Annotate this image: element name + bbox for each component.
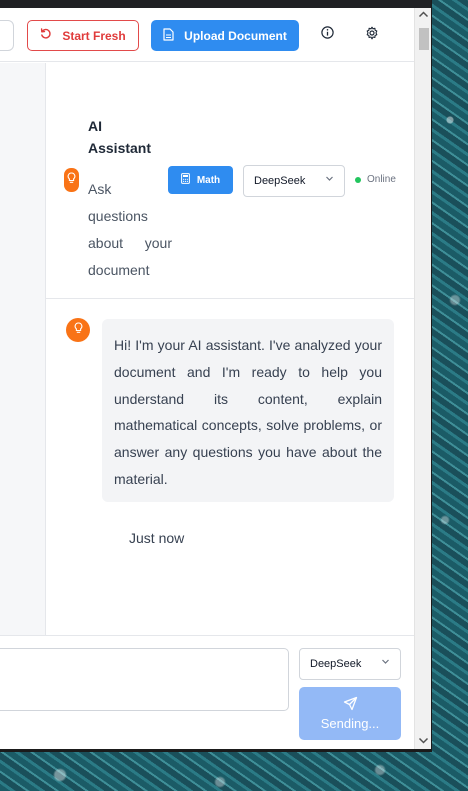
start-fresh-button[interactable]: Start Fresh (27, 20, 139, 51)
settings-button[interactable] (361, 24, 383, 46)
message-timestamp: Just now (129, 530, 185, 546)
assistant-avatar (66, 318, 90, 342)
upload-document-label: Upload Document (184, 28, 287, 43)
lightbulb-icon (74, 321, 83, 339)
message-text: Hi! I'm your AI assistant. I've analyzed… (114, 337, 382, 487)
chat-subtitle: Ask questions about your document (88, 181, 172, 278)
scroll-down-icon[interactable] (418, 736, 429, 748)
send-label: Sending... (320, 716, 380, 731)
document-panel (0, 63, 46, 635)
scroll-up-icon[interactable] (418, 10, 429, 22)
chat-header: AI Assistant Ask questions about your do… (46, 63, 414, 299)
calculator-icon (180, 173, 190, 187)
scrollbar[interactable] (414, 8, 431, 749)
info-button[interactable] (316, 24, 338, 46)
send-icon (343, 696, 358, 714)
message-composer: DeepSeek Sending... (0, 635, 414, 749)
refresh-icon (40, 28, 52, 43)
scrollbar-thumb[interactable] (419, 28, 429, 50)
top-toolbar: Start Fresh Upload Document (0, 8, 414, 62)
chevron-down-icon (325, 174, 334, 186)
online-status: Online (355, 174, 396, 185)
info-icon (320, 26, 334, 44)
message-input[interactable] (0, 648, 289, 711)
model-select-value: DeepSeek (254, 175, 306, 187)
composer-model-select[interactable]: DeepSeek (299, 648, 401, 680)
chat-title: AI Assistant (88, 118, 152, 156)
status-dot (355, 176, 361, 183)
status-label: Online (367, 174, 396, 185)
start-fresh-label: Start Fresh (62, 28, 126, 43)
gear-icon (365, 26, 379, 45)
assistant-avatar (64, 168, 79, 192)
send-button[interactable]: Sending... (299, 687, 401, 740)
model-select[interactable]: DeepSeek (243, 165, 345, 197)
math-mode-label: Math (196, 174, 221, 186)
app-window: Start Fresh Upload Document AI Assistant (0, 0, 432, 752)
window-top-edge (0, 0, 431, 8)
chat-panel: AI Assistant Ask questions about your do… (46, 63, 414, 635)
math-mode-button[interactable]: Math (168, 166, 233, 194)
document-icon (163, 27, 174, 44)
assistant-message: Hi! I'm your AI assistant. I've analyzed… (102, 319, 394, 502)
chevron-down-icon (381, 657, 390, 669)
upload-document-button[interactable]: Upload Document (151, 20, 299, 51)
lightbulb-icon (67, 171, 76, 189)
partial-input[interactable] (0, 20, 14, 51)
composer-model-value: DeepSeek (310, 658, 362, 670)
